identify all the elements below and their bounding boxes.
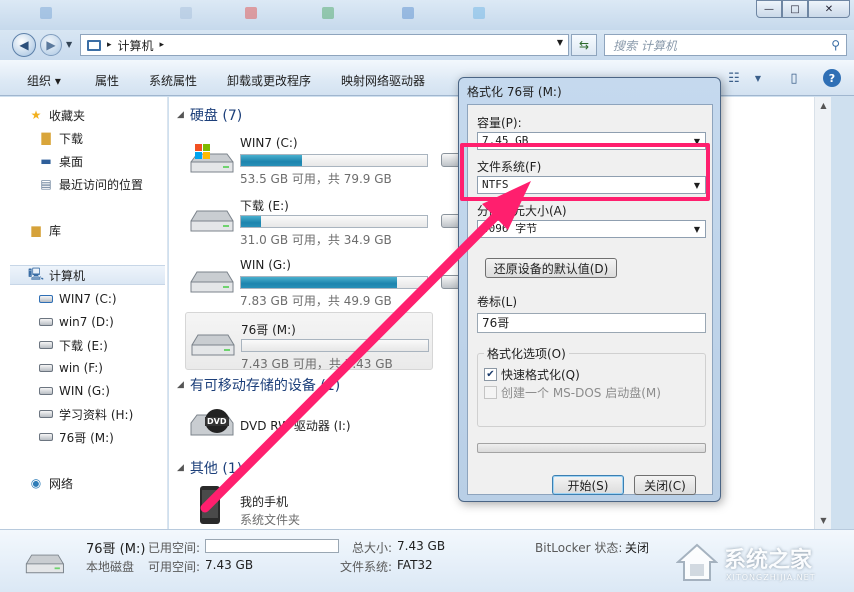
watermark-logo: 系统之家 XITONGZHIJIA.NET <box>676 540 846 588</box>
watermark-text: 系统之家 <box>724 548 813 573</box>
house-logo-icon <box>676 543 718 581</box>
annotation-arrow <box>200 181 531 513</box>
watermark-subtext: XITONGZHIJIA.NET <box>726 573 816 582</box>
